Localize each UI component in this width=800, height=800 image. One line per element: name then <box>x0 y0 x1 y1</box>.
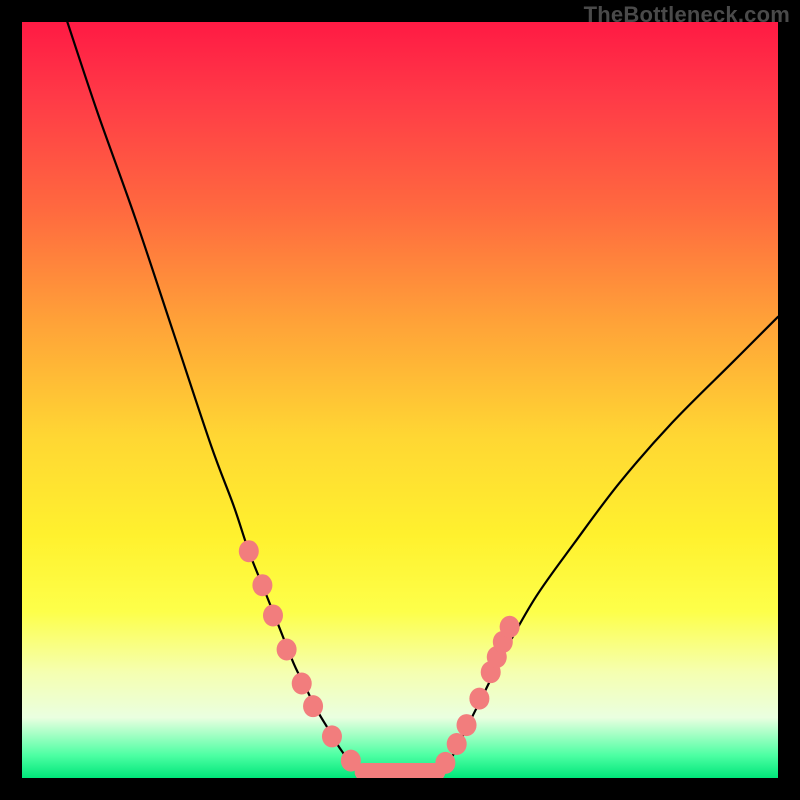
marker-dot <box>239 540 259 562</box>
floor-marker-pill <box>355 763 446 778</box>
marker-dot <box>263 604 283 626</box>
marker-dot <box>500 616 520 638</box>
marker-dot <box>447 733 467 755</box>
curve-left-branch <box>67 22 362 774</box>
curve-right-branch <box>438 317 778 774</box>
marker-dot <box>435 752 455 774</box>
marker-dot <box>303 695 323 717</box>
watermark-text: TheBottleneck.com <box>584 2 790 28</box>
marker-dot <box>469 688 489 710</box>
chart-plot-area <box>22 22 778 778</box>
marker-dot <box>341 750 361 772</box>
marker-group-right <box>435 616 519 774</box>
marker-dot <box>277 638 297 660</box>
marker-dot <box>322 725 342 747</box>
marker-dot <box>292 673 312 695</box>
marker-dot <box>457 714 477 736</box>
marker-dot <box>252 574 272 596</box>
chart-svg <box>22 22 778 778</box>
